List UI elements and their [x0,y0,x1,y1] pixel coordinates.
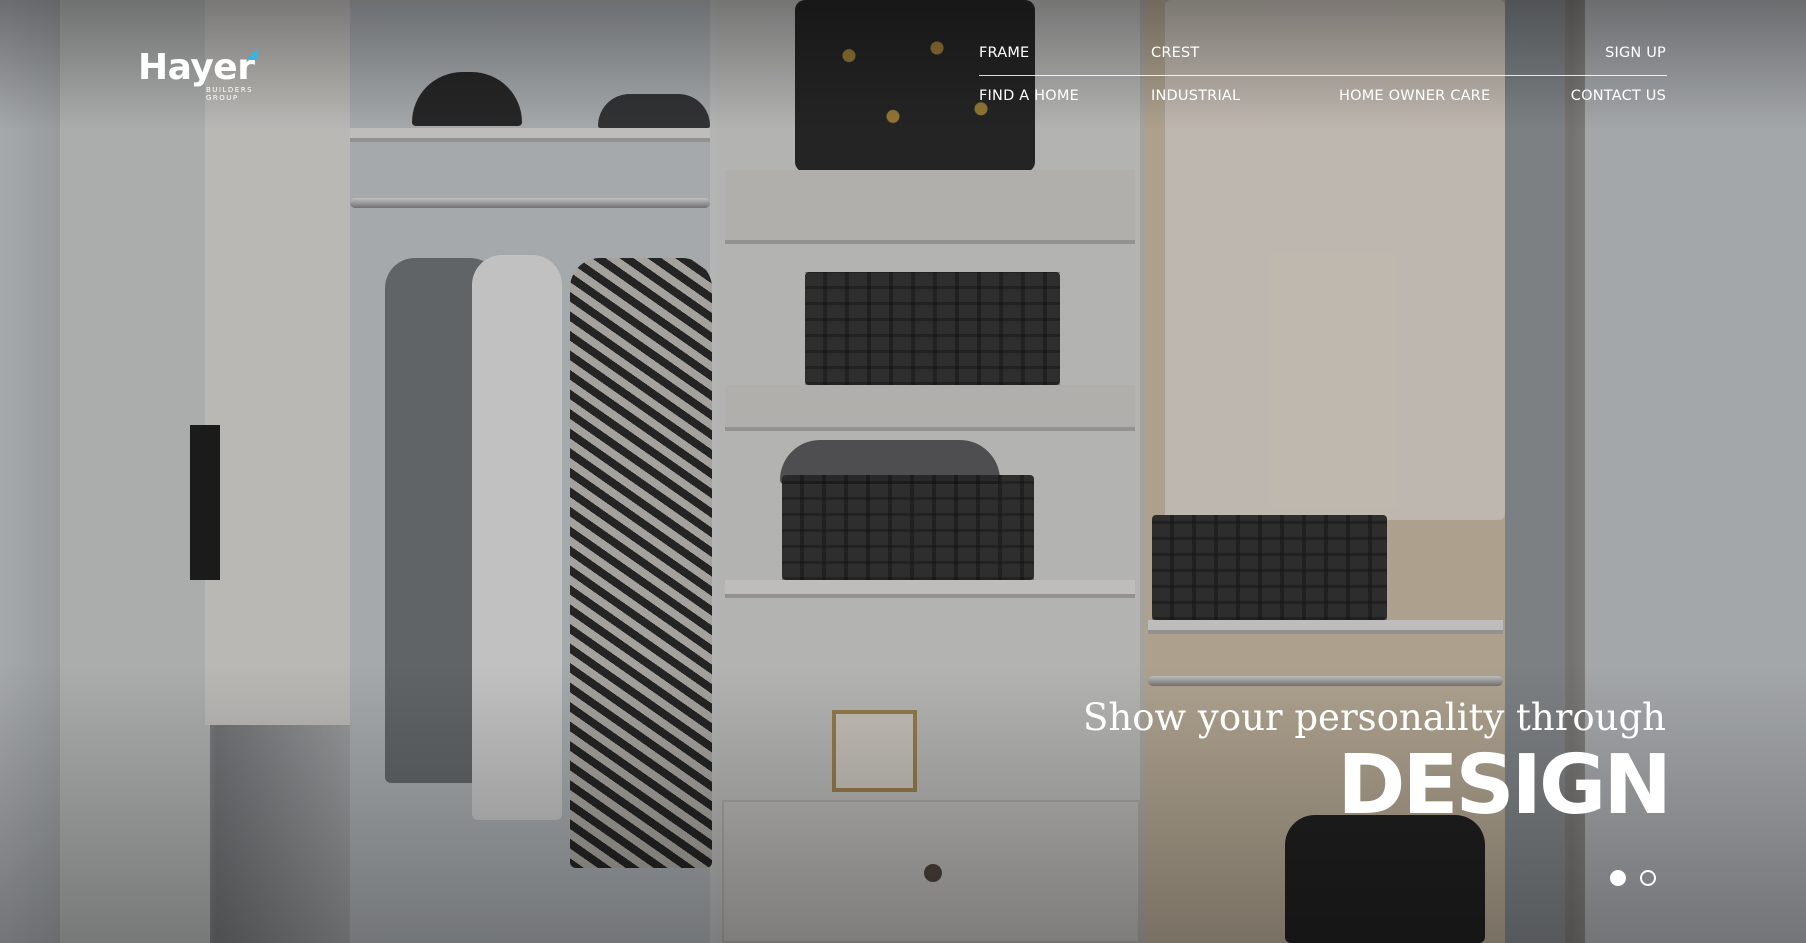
header-gradient [0,0,1806,130]
nav-divider [979,75,1667,76]
logo-subtitle-line1: BUILDERS [206,86,254,94]
logo-subtitle: BUILDERS GROUP [206,86,253,102]
nav-find-a-home[interactable]: FIND A HOME [979,88,1079,104]
nav-industrial[interactable]: INDUSTRIAL [1151,88,1240,104]
carousel-dot-1[interactable] [1610,870,1626,886]
carousel-pagination [1610,870,1656,886]
nav-crest[interactable]: CREST [1151,45,1199,61]
hero-headline: DESIGN [1337,738,1672,833]
nav-home-owner-care[interactable]: HOME OWNER CARE [1339,88,1490,104]
hero-slide: Hayer BUILDERS GROUP FRAME CREST SIGN UP… [0,0,1806,943]
hero-tagline: Show your personality through [1083,696,1666,739]
logo-accent-icon [246,48,258,60]
nav-frame[interactable]: FRAME [979,45,1029,61]
brand-logo[interactable]: Hayer BUILDERS GROUP [138,47,258,102]
nav-contact-us[interactable]: CONTACT US [1571,88,1666,104]
nav-sign-up[interactable]: SIGN UP [1605,45,1666,61]
logo-wordmark: Hayer [138,47,255,88]
carousel-dot-2[interactable] [1640,870,1656,886]
logo-subtitle-line2: GROUP [206,94,239,102]
